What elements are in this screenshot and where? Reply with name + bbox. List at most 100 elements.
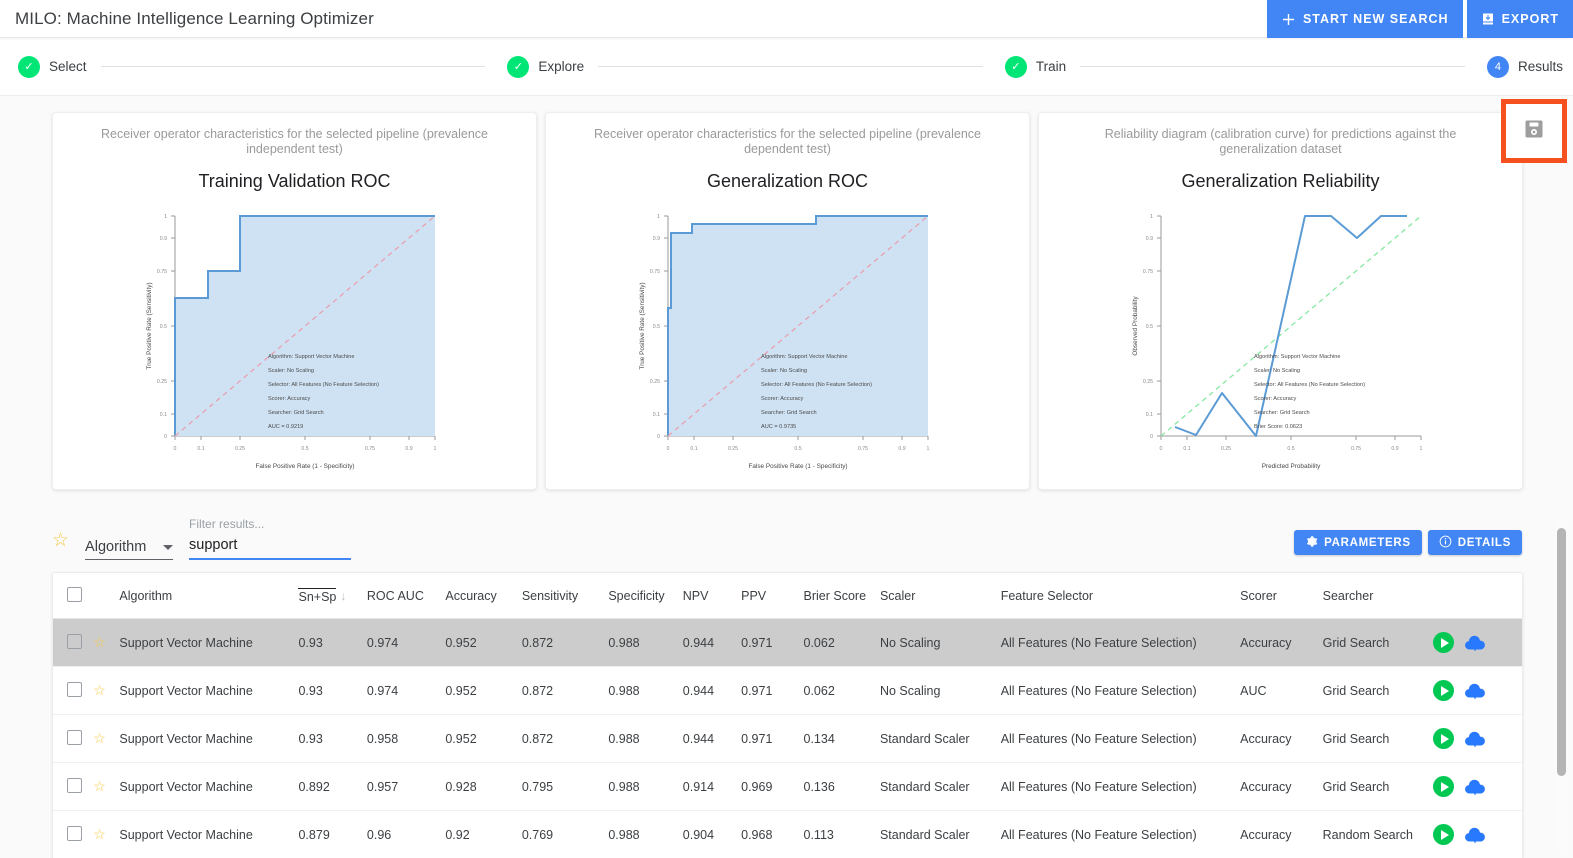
chart-subtitle: Receiver operator characteristics for th… [594,127,981,156]
favorite-star-icon[interactable]: ☆ [93,826,106,842]
row-select-cell [53,666,94,715]
row-checkbox[interactable] [67,633,82,649]
step-explore[interactable]: ✓ Explore [499,55,584,78]
charts-row: Receiver operator characteristics for th… [0,96,1573,490]
cell-scaler: Standard Scaler [879,762,1001,811]
col-header-specificity[interactable]: Specificity [608,573,683,619]
step-results-label: Results [1517,59,1563,74]
favorite-star-icon[interactable]: ☆ [93,778,106,794]
table-header-row: Algorithm Sn+Sp ↓ ROC AUC Accuracy Sensi… [53,573,1522,619]
upload-cloud-button[interactable] [1463,681,1487,701]
row-checkbox[interactable] [67,729,82,745]
col-header-actions [1433,573,1522,619]
filter-results-input[interactable]: Filter results... support [189,517,352,560]
export-button[interactable]: EXPORT [1466,0,1573,38]
cell-algorithm: Support Vector Machine [119,810,299,858]
start-new-search-button[interactable]: START NEW SEARCH [1266,0,1463,38]
cell-feature-selector: All Features (No Feature Selection) [1000,810,1241,858]
run-pipeline-button[interactable] [1433,632,1455,653]
col-header-ppv[interactable]: PPV [741,573,804,619]
table-row[interactable]: ☆ Support Vector Machine 0.892 0.957 0.9… [53,762,1522,811]
cell-brier-score: 0.113 [803,810,880,858]
cell-algorithm: Support Vector Machine [119,762,299,811]
col-header-sensitivity[interactable]: Sensitivity [521,573,609,619]
cell-brier-score: 0.062 [803,618,880,667]
chart2-annotation-5: AUC = 0.9735 [761,424,796,430]
chart-subtitle: Receiver operator characteristics for th… [101,127,488,156]
chart2-annotation-0: Algorithm: Support Vector Machine [761,354,847,360]
svg-text:0.75: 0.75 [364,446,374,452]
info-icon [1439,535,1452,551]
svg-text:0.9: 0.9 [652,236,659,242]
row-checkbox[interactable] [67,777,82,793]
table-row[interactable]: ☆ Support Vector Machine 0.93 0.974 0.95… [53,666,1522,715]
svg-text:0.25: 0.25 [649,379,659,385]
upload-cloud-button[interactable] [1463,777,1487,797]
chart2-annotation-4: Searcher: Grid Search [761,410,817,416]
step-results[interactable]: 4 Results [1479,55,1563,78]
run-pipeline-button[interactable] [1433,680,1455,701]
row-favorite-cell: ☆ [93,762,120,811]
svg-text:0.5: 0.5 [301,446,308,452]
col-header-algorithm[interactable]: Algorithm [119,573,299,619]
table-row[interactable]: ☆ Support Vector Machine 0.879 0.96 0.92… [53,810,1522,858]
cell-sensitivity: 0.872 [521,714,609,763]
cell-scaler: Standard Scaler [879,714,1001,763]
star-icon[interactable]: ☆ [52,531,69,560]
col-header-accuracy[interactable]: Accuracy [445,573,522,619]
col-header-roc-auc[interactable]: ROC AUC [366,573,446,619]
col-header-scaler[interactable]: Scaler [879,573,1001,619]
run-pipeline-button[interactable] [1433,824,1455,845]
favorite-star-icon[interactable]: ☆ [93,730,106,746]
row-checkbox[interactable] [67,681,82,697]
favorite-star-icon[interactable]: ☆ [93,682,106,698]
run-pipeline-button[interactable] [1433,776,1455,797]
cell-scaler: No Scaling [879,666,1001,715]
filter-column-select[interactable]: Algorithm [85,539,174,560]
col-header-scorer[interactable]: Scorer [1240,573,1323,619]
chart1-ylabel: True Positive Rate (Sensitivity) [146,282,153,369]
filter-results-value: support [189,537,238,553]
svg-text:0.1: 0.1 [1145,412,1152,418]
table-row[interactable]: ☆ Support Vector Machine 0.93 0.974 0.95… [53,618,1522,667]
cell-sensitivity: 0.872 [521,666,609,715]
upload-cloud-button[interactable] [1463,729,1487,749]
col-header-npv[interactable]: NPV [682,573,742,619]
cell-ppv: 0.968 [741,810,804,858]
filter-results-label: Filter results... [189,517,265,531]
page-scrollbar-track[interactable] [1556,520,1567,850]
parameters-button[interactable]: PARAMETERS [1294,530,1422,555]
col-header-searcher[interactable]: Searcher [1322,573,1434,619]
page-scrollbar-thumb[interactable] [1557,528,1566,776]
svg-text:0.75: 0.75 [1142,269,1152,275]
svg-text:1: 1 [1150,214,1153,220]
parameters-label: PARAMETERS [1324,536,1411,549]
chart3-ylabel: Observed Probability [1132,296,1139,356]
cell-scorer: Accuracy [1240,762,1323,811]
details-button[interactable]: DETAILS [1427,530,1522,555]
save-results-button[interactable] [1501,99,1567,163]
step-train[interactable]: ✓ Train [997,55,1066,78]
chart1-annotation-4: Searcher: Grid Search [268,410,324,416]
cell-scaler: No Scaling [879,618,1001,667]
svg-text:0.25: 0.25 [1142,379,1152,385]
cell-searcher: Grid Search [1322,618,1434,667]
row-actions-cell [1433,762,1522,811]
upload-cloud-button[interactable] [1463,633,1487,653]
step-select[interactable]: ✓ Select [10,55,87,78]
table-row[interactable]: ☆ Support Vector Machine 0.93 0.958 0.95… [53,714,1522,763]
svg-text:1: 1 [657,214,660,220]
col-header-feature-selector[interactable]: Feature Selector [1000,573,1241,619]
col-header-sn-sp[interactable]: Sn+Sp ↓ [298,573,367,619]
upload-cloud-button[interactable] [1463,825,1487,845]
cell-feature-selector: All Features (No Feature Selection) [1000,714,1241,763]
select-all-checkbox[interactable] [67,587,82,602]
row-actions-cell [1433,810,1522,858]
chart-title: Training Validation ROC [198,171,391,191]
row-checkbox[interactable] [67,825,82,841]
cell-ppv: 0.971 [741,618,804,667]
svg-text:0: 0 [173,446,176,452]
run-pipeline-button[interactable] [1433,728,1455,749]
col-header-brier-score[interactable]: Brier Score [803,573,880,619]
favorite-star-icon[interactable]: ☆ [93,634,106,650]
